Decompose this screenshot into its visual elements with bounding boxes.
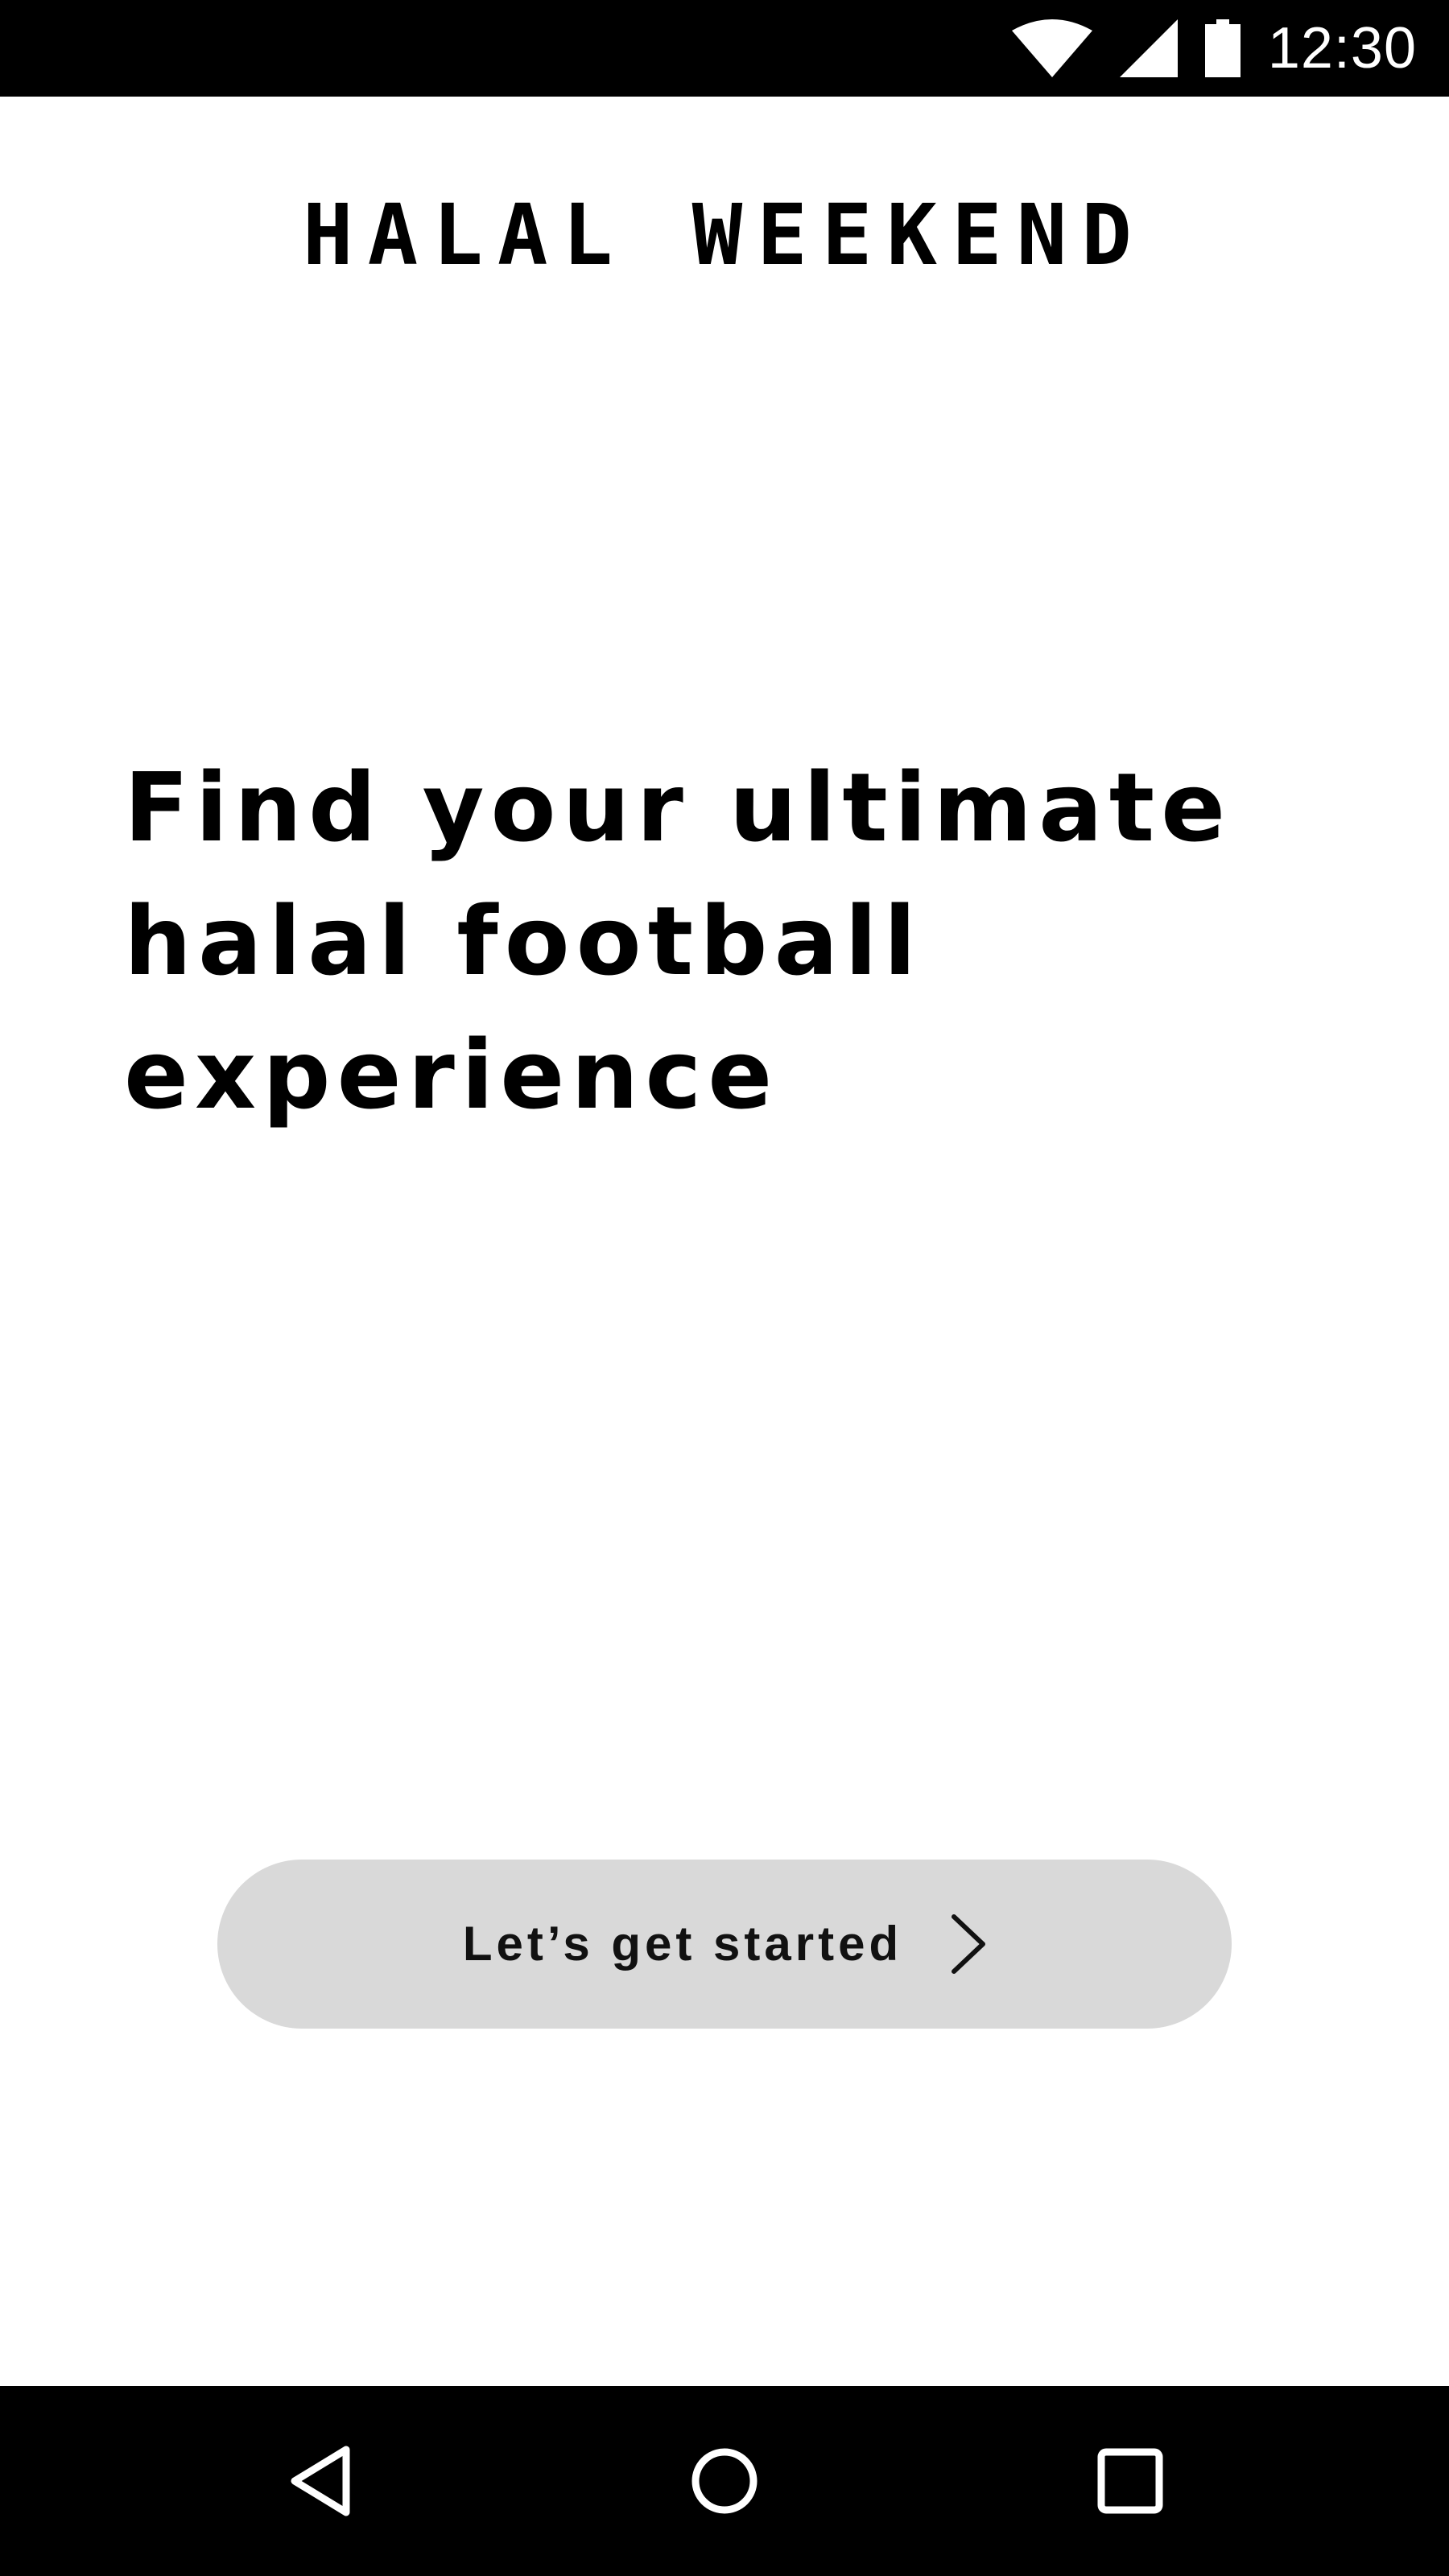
get-started-label: Let’s get started [462,1917,903,1971]
hero-headline: Find your ultimate halal football experi… [124,752,1232,1130]
navigation-bar [0,2386,1449,2576]
nav-back-button[interactable] [224,2386,417,2576]
status-bar: 12:30 [0,0,1449,97]
nav-home-button[interactable] [628,2386,821,2576]
wifi-icon [1011,19,1092,77]
status-icons: 12:30 [1011,0,1417,97]
brand-logo: HALAL WEEKEND [303,186,1146,284]
cellular-signal-icon [1119,19,1178,77]
status-time: 12:30 [1267,16,1417,80]
recents-icon [1097,2448,1163,2514]
home-icon [691,2448,758,2514]
chevron-right-icon [952,1914,986,1974]
get-started-button[interactable]: Let’s get started [217,1860,1232,2029]
nav-recents-button[interactable] [1034,2386,1227,2576]
back-icon [291,2446,350,2516]
battery-icon [1204,19,1241,77]
welcome-screen: 12:30 HALAL WEEKEND Find your ultimate h… [0,0,1449,2576]
